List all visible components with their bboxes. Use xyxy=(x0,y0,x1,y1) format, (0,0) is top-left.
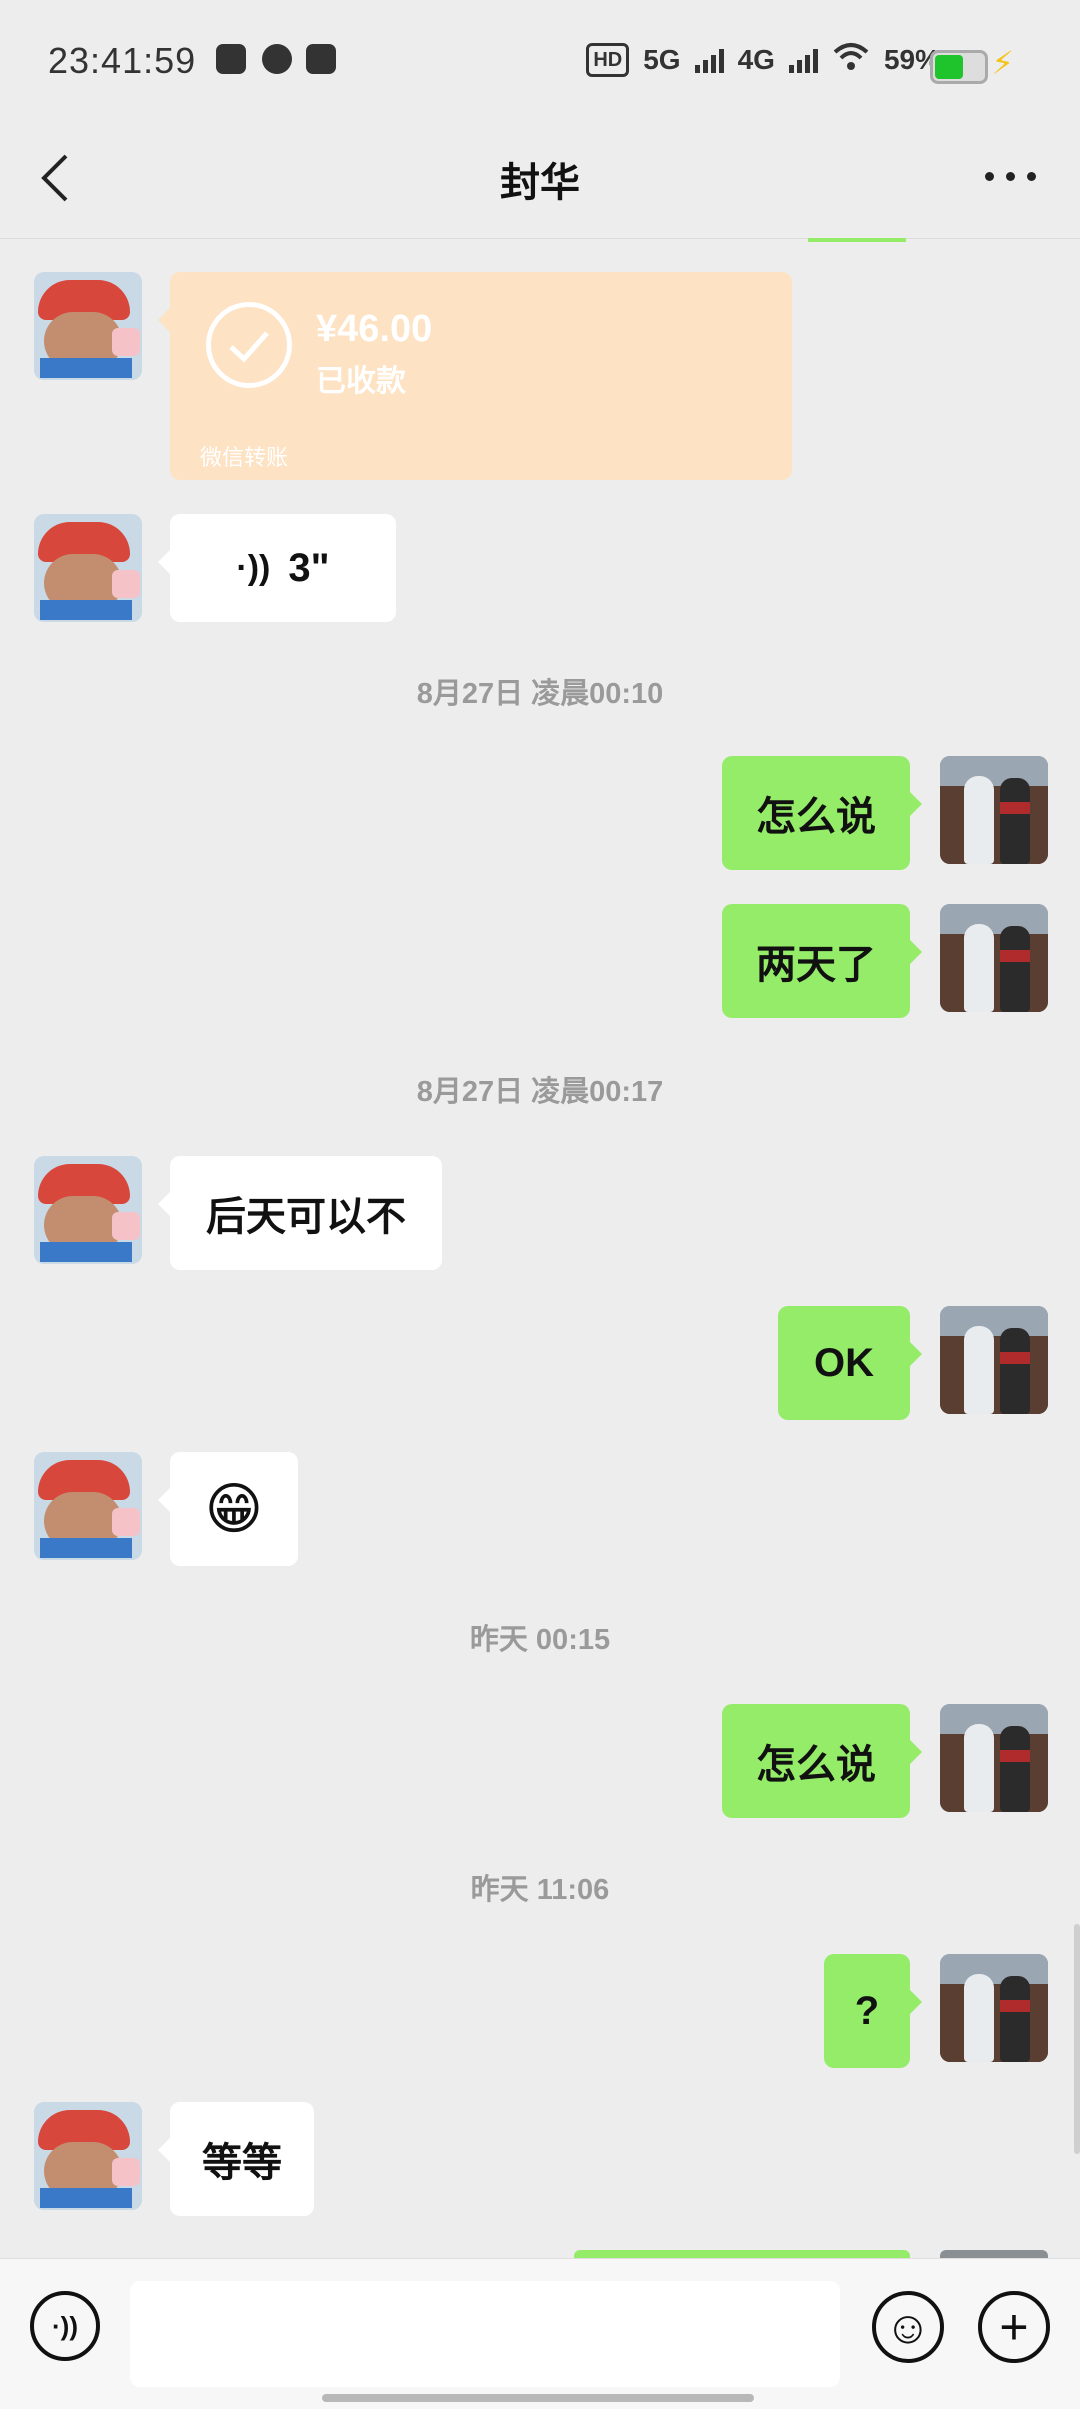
contact-avatar[interactable] xyxy=(34,1156,142,1264)
app-notification-icon xyxy=(216,44,246,74)
timestamp: 昨天 11:06 xyxy=(470,1874,610,1906)
hd-icon: HD xyxy=(586,43,630,77)
transfer-card[interactable]: ¥46.00 已收款 微信转账 xyxy=(158,272,792,480)
previous-message-edge xyxy=(808,238,906,242)
message-notification-icon xyxy=(262,44,292,74)
my-avatar[interactable] xyxy=(940,756,1048,864)
voice-wave-icon: ·)) xyxy=(236,548,271,587)
sent-message[interactable]: 怎么说 xyxy=(722,756,922,870)
message-list[interactable]: ¥46.00 已收款 微信转账 ·)) 3" 8月27日 凌晨00:10 怎么说… xyxy=(0,238,1080,2258)
emoji-message[interactable]: 😁 xyxy=(158,1452,298,1566)
sent-message[interactable]: 两天了 xyxy=(722,904,922,1018)
contact-avatar[interactable] xyxy=(34,2102,142,2210)
transfer-footer: 微信转账 xyxy=(200,445,289,470)
check-circle-icon xyxy=(206,302,292,388)
transfer-status: 已收款 xyxy=(316,365,406,398)
emoji-icon: ☺ xyxy=(884,2301,932,2353)
sent-message[interactable]: 怎么说 xyxy=(722,1704,922,1818)
my-avatar[interactable] xyxy=(940,904,1048,1012)
timestamp: 昨天 00:15 xyxy=(469,1624,611,1656)
emoji-button[interactable]: ☺ xyxy=(872,2291,944,2363)
battery-icon xyxy=(930,50,988,84)
plus-icon: + xyxy=(999,2299,1029,2355)
signal-4g-label: 4G xyxy=(737,44,775,75)
my-avatar[interactable] xyxy=(940,1704,1048,1812)
signal-bars-icon xyxy=(694,47,724,73)
add-button[interactable]: + xyxy=(978,2291,1050,2363)
signal-bars-icon-2 xyxy=(788,47,818,73)
scrollbar[interactable] xyxy=(1074,1924,1080,2154)
transfer-amount: ¥46.00 xyxy=(316,308,433,350)
my-avatar[interactable] xyxy=(940,1306,1048,1414)
more-options-button[interactable] xyxy=(985,172,1036,181)
received-message[interactable]: 后天可以不 xyxy=(158,1156,442,1270)
status-time: 23:41:59 xyxy=(48,40,197,81)
charging-icon: ⚡ xyxy=(991,45,1014,81)
my-avatar[interactable] xyxy=(940,1954,1048,2062)
home-indicator xyxy=(322,2394,754,2402)
input-bar: ·)) ☺ + xyxy=(0,2258,1080,2409)
status-bar: 23:41:59 HD 5G 4G 59% ⚡ xyxy=(0,0,1080,120)
status-indicators: HD 5G 4G 59% xyxy=(586,40,940,80)
message-input[interactable] xyxy=(130,2281,840,2387)
shopping-notification-icon xyxy=(306,44,336,74)
contact-avatar[interactable] xyxy=(34,272,142,380)
voice-message[interactable]: ·)) 3" xyxy=(158,514,396,622)
voice-input-button[interactable]: ·)) xyxy=(30,2291,100,2361)
received-message[interactable]: 等等 xyxy=(158,2102,314,2216)
contact-avatar[interactable] xyxy=(34,514,142,622)
voice-duration: 3" xyxy=(288,545,330,590)
voice-icon: ·)) xyxy=(52,2310,78,2341)
chat-header: 封华 xyxy=(0,120,1080,239)
chat-title: 封华 xyxy=(500,161,580,205)
next-avatar-edge xyxy=(940,2250,1048,2258)
contact-avatar[interactable] xyxy=(34,1452,142,1560)
next-message-edge xyxy=(574,2250,910,2258)
timestamp: 8月27日 凌晨00:10 xyxy=(416,678,664,710)
sent-message[interactable]: ? xyxy=(824,1954,922,2068)
timestamp: 8月27日 凌晨00:17 xyxy=(416,1076,664,1108)
wifi-icon xyxy=(832,42,870,79)
sent-message[interactable]: OK xyxy=(778,1306,922,1420)
signal-5g-label: 5G xyxy=(643,44,681,75)
